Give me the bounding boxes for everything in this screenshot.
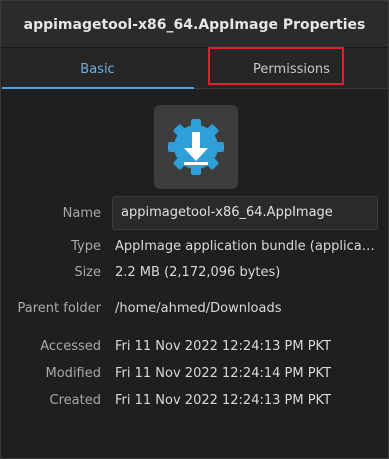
title-bar[interactable]: appimagetool-x86_64.AppImage Properties [1,1,388,48]
size-label: Size [74,265,101,280]
properties-dialog: appimagetool-x86_64.AppImage Properties … [0,0,389,459]
parent-folder-value[interactable]: /home/ahmed/Downloads [115,301,282,316]
permissions-highlight [208,47,344,85]
name-label: Name [62,206,101,221]
tab-basic-label: Basic [80,62,115,77]
name-input[interactable]: appimagetool-x86_64.AppImage [112,196,378,230]
type-value: AppImage application bundle (applicatio.… [115,239,377,254]
size-value: 2.2 MB (2,172,096 bytes) [115,265,281,280]
active-tab-indicator [2,87,194,89]
modified-label: Modified [45,366,101,381]
window-title: appimagetool-x86_64.AppImage Properties [23,17,366,33]
created-value: Fri 11 Nov 2022 12:24:13 PM PKT [115,393,332,408]
accessed-label: Accessed [40,339,101,354]
file-icon-tile[interactable] [154,105,238,189]
tab-basic[interactable]: Basic [1,48,194,89]
parent-folder-label: Parent folder [17,301,101,316]
type-label: Type [71,239,101,254]
name-value: appimagetool-x86_64.AppImage [121,205,333,220]
accessed-value: Fri 11 Nov 2022 12:24:13 PM PKT [115,339,332,354]
download-gear-icon [168,119,224,175]
created-label: Created [49,393,101,408]
modified-value: Fri 11 Nov 2022 12:24:14 PM PKT [115,366,332,381]
